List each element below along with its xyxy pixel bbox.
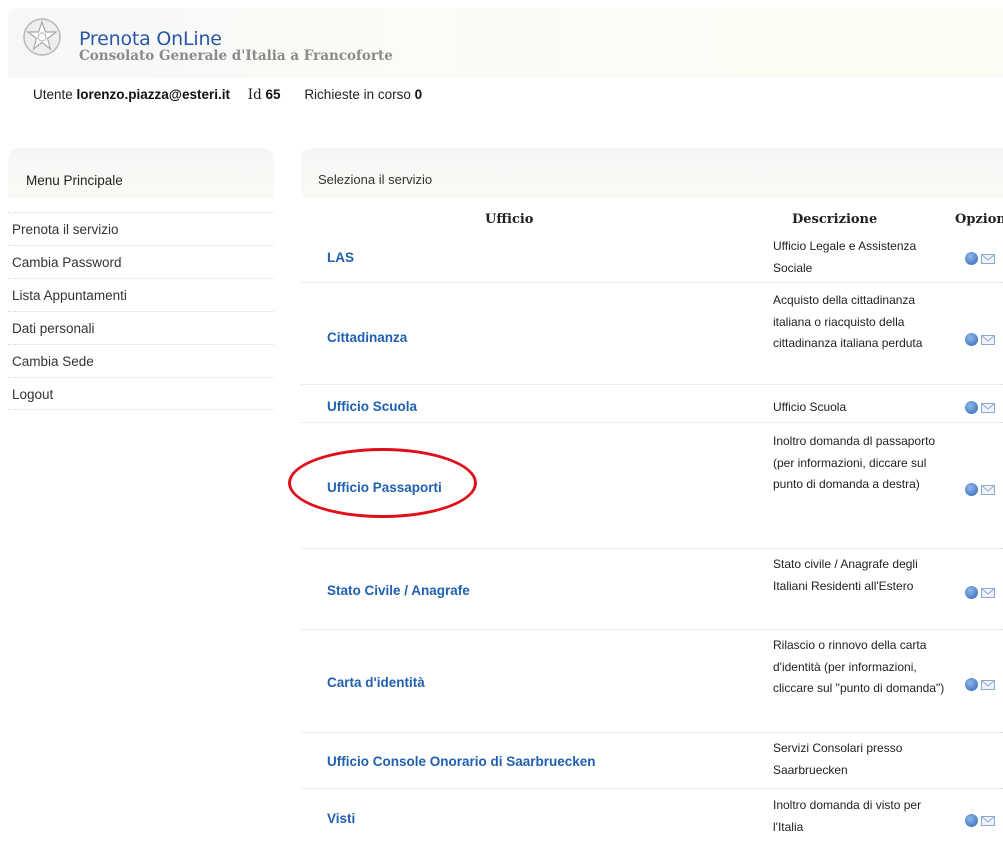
service-link-stato-civile[interactable]: Stato Civile / Anagrafe (327, 583, 470, 598)
help-icon[interactable] (965, 678, 978, 692)
user-email: lorenzo.piazza@esteri.it (76, 87, 230, 102)
mail-icon[interactable] (981, 815, 995, 826)
service-description: Ufficio Scuola (773, 400, 847, 414)
service-description: Rilascio o rinnovo della carta d'identit… (773, 638, 945, 695)
sidebar-item-cambia-sede[interactable]: Cambia Sede (8, 344, 274, 377)
help-icon[interactable] (965, 586, 978, 600)
requests-label: Richieste in corso (304, 87, 411, 102)
mail-icon[interactable] (981, 253, 995, 264)
sidebar-menu: Prenota il servizio Cambia Password List… (8, 212, 274, 410)
user-info-bar: Utente lorenzo.piazza@esteri.it Id 65 Ri… (33, 87, 422, 103)
mail-icon[interactable] (981, 587, 995, 598)
sidebar-item-cambia-password[interactable]: Cambia Password (8, 245, 274, 278)
service-link-visti[interactable]: Visti (327, 811, 355, 826)
service-description: Ufficio Legale e Assistenza Sociale (773, 239, 917, 275)
help-icon[interactable] (965, 483, 978, 497)
service-options (965, 331, 995, 347)
service-options (965, 676, 995, 692)
service-link-carta-identita[interactable]: Carta d'identità (327, 675, 425, 690)
sidebar-item-dati-personali[interactable]: Dati personali (8, 311, 274, 344)
service-description: Stato civile / Anagrafe degli Italiani R… (773, 557, 918, 593)
service-options (965, 250, 995, 266)
service-options (965, 481, 995, 497)
app-subtitle: Consolato Generale d'Italia a Francofort… (79, 48, 393, 64)
service-options (965, 584, 995, 600)
user-label: Utente (33, 87, 73, 102)
column-header-opzioni: Opzioni (955, 212, 1003, 227)
user-id-label: Id (247, 87, 262, 103)
requests-value: 0 (414, 87, 423, 102)
service-description: Acquisto della cittadinanza italiana o r… (773, 293, 923, 350)
user-id-value: 65 (265, 87, 281, 102)
column-header-ufficio: Ufficio (485, 212, 534, 227)
mail-icon[interactable] (981, 484, 995, 495)
italian-emblem-icon (23, 18, 61, 56)
app-title: Prenota OnLine (79, 28, 222, 50)
service-link-console-onorario[interactable]: Ufficio Console Onorario di Saarbruecken (327, 754, 596, 769)
table-row: Ufficio Scuola Ufficio Scuola (301, 384, 1003, 423)
table-row: Cittadinanza Acquisto della cittadinanza… (301, 282, 1003, 385)
mail-icon[interactable] (981, 334, 995, 345)
highlight-circle (288, 448, 477, 518)
mail-icon[interactable] (981, 402, 995, 413)
help-icon[interactable] (965, 252, 978, 266)
table-row: LAS Ufficio Legale e Assistenza Sociale (301, 233, 1003, 282)
table-row: Visti Inoltro domanda di visto per l'Ita… (301, 788, 1003, 844)
table-row: Carta d'identità Rilascio o rinnovo dell… (301, 629, 1003, 733)
service-link-cittadinanza[interactable]: Cittadinanza (327, 330, 407, 345)
help-icon[interactable] (965, 401, 978, 415)
service-description: Inoltro domanda dl passaporto (per infor… (773, 434, 936, 491)
table-row: Stato Civile / Anagrafe Stato civile / A… (301, 548, 1003, 630)
sidebar-item-logout[interactable]: Logout (8, 377, 274, 410)
service-link-ufficio-scuola[interactable]: Ufficio Scuola (327, 399, 417, 414)
service-options (965, 399, 995, 415)
panel-title: Seleziona il servizio (318, 172, 433, 187)
help-icon[interactable] (965, 814, 978, 828)
service-description: Inoltro domanda di visto per l'Italia (773, 798, 922, 834)
table-row: Ufficio Console Onorario di Saarbruecken… (301, 732, 1003, 789)
mail-icon[interactable] (981, 679, 995, 690)
help-icon[interactable] (965, 333, 978, 347)
service-description: Servizi Consolari presso Saarbruecken (773, 741, 903, 777)
column-header-descrizione: Descrizione (792, 212, 878, 227)
sidebar-item-lista-appuntamenti[interactable]: Lista Appuntamenti (8, 278, 274, 311)
sidebar-title: Menu Principale (26, 173, 123, 188)
sidebar-item-prenota[interactable]: Prenota il servizio (8, 212, 274, 245)
service-options (965, 812, 995, 828)
service-link-las[interactable]: LAS (327, 250, 354, 265)
